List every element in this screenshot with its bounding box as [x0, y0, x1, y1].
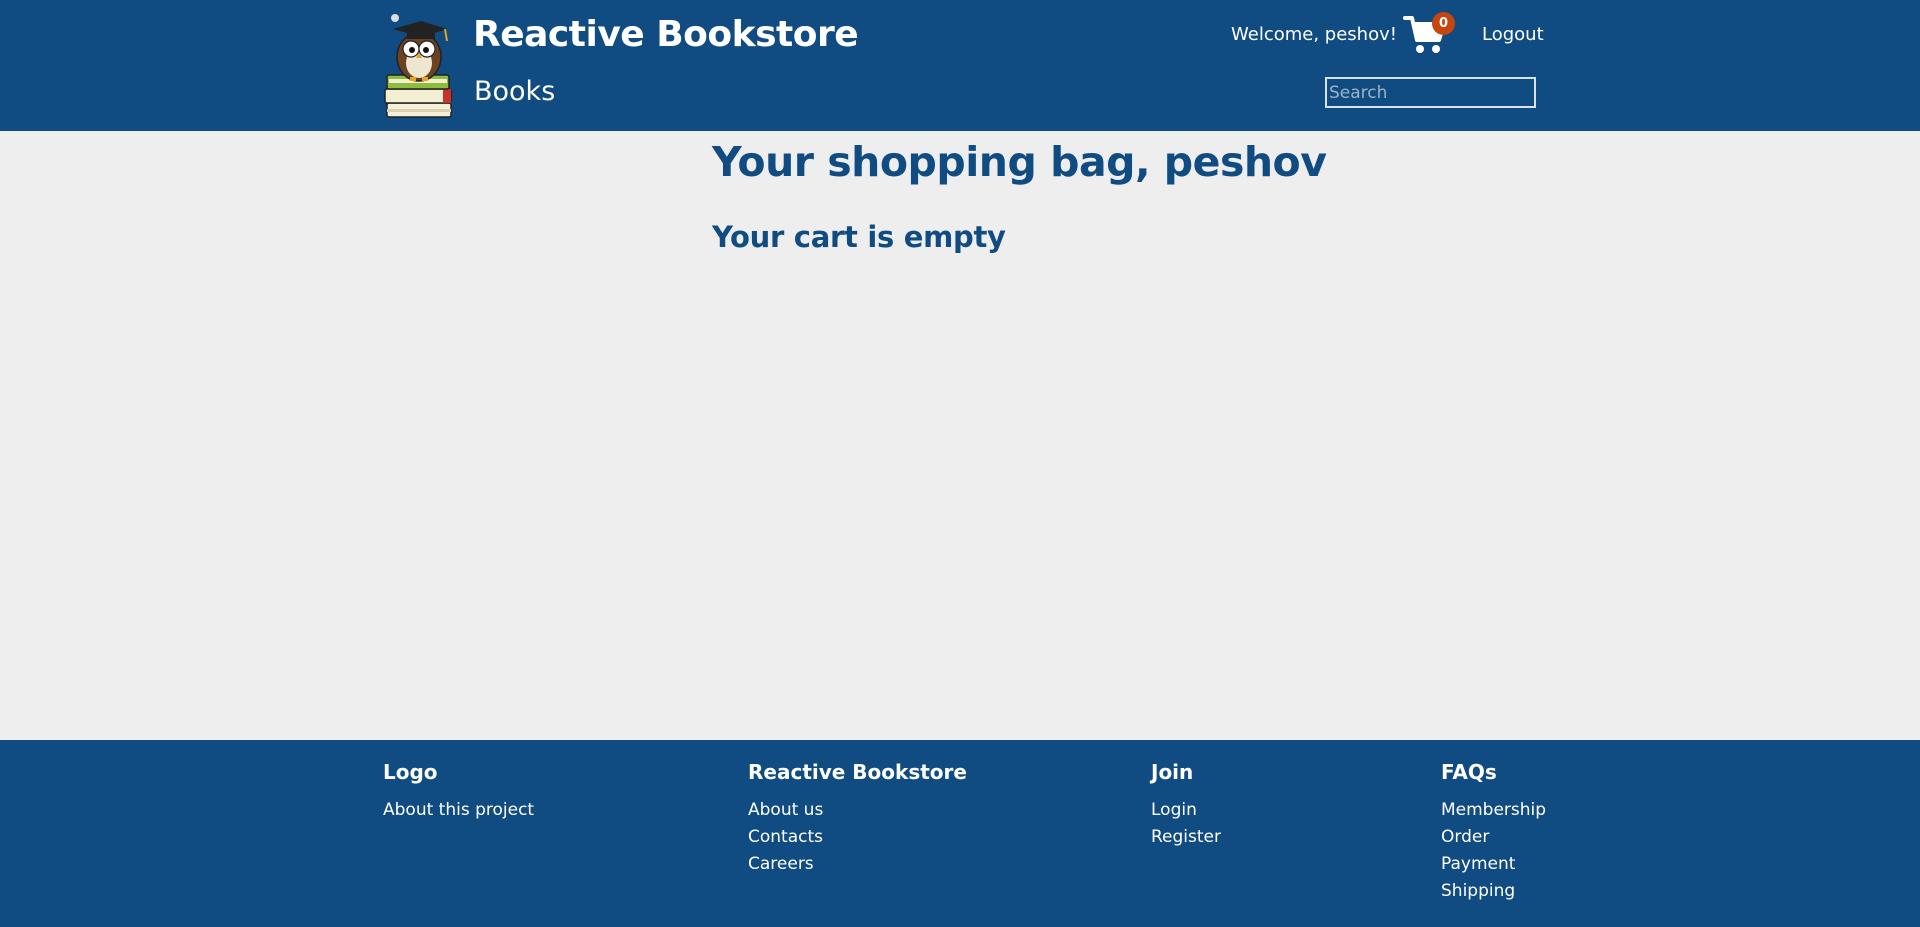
footer-heading: Join: [1151, 760, 1194, 784]
footer-link-shipping[interactable]: Shipping: [1441, 878, 1546, 905]
brand-title[interactable]: Reactive Bookstore: [473, 14, 859, 55]
footer-heading: Logo: [383, 760, 438, 784]
footer-link-order[interactable]: Order: [1441, 824, 1546, 851]
footer-link-about-project[interactable]: About this project: [383, 797, 534, 824]
footer-link-login[interactable]: Login: [1151, 797, 1221, 824]
footer-link-contacts[interactable]: Contacts: [748, 824, 967, 851]
footer-column-faqs: FAQs Membership Order Payment Shipping: [1441, 760, 1546, 905]
cart-count-badge: 0: [1432, 12, 1455, 35]
footer-heading: Reactive Bookstore: [748, 760, 967, 784]
site-header: Reactive Bookstore Books Welcome, peshov…: [0, 0, 1920, 131]
footer-heading: FAQs: [1441, 760, 1497, 784]
welcome-text: Welcome, peshov!: [1231, 24, 1397, 45]
site-footer: Logo About this project Reactive Booksto…: [0, 740, 1920, 927]
owl-logo-icon[interactable]: [383, 13, 455, 120]
page-title: Your shopping bag, peshov: [712, 138, 1327, 186]
nav-books-link[interactable]: Books: [474, 76, 555, 107]
footer-link-careers[interactable]: Careers: [748, 851, 967, 878]
footer-link-about-us[interactable]: About us: [748, 797, 967, 824]
logout-link[interactable]: Logout: [1482, 24, 1544, 45]
footer-column-join: Join Login Register: [1151, 760, 1221, 851]
empty-cart-message: Your cart is empty: [712, 220, 1006, 254]
footer-column-bookstore: Reactive Bookstore About us Contacts Car…: [748, 760, 967, 878]
footer-link-payment[interactable]: Payment: [1441, 851, 1546, 878]
search-input[interactable]: [1325, 77, 1536, 108]
footer-link-register[interactable]: Register: [1151, 824, 1221, 851]
footer-column-logo: Logo About this project: [383, 760, 534, 824]
cart-button[interactable]: 0: [1403, 12, 1455, 56]
footer-link-membership[interactable]: Membership: [1441, 797, 1546, 824]
